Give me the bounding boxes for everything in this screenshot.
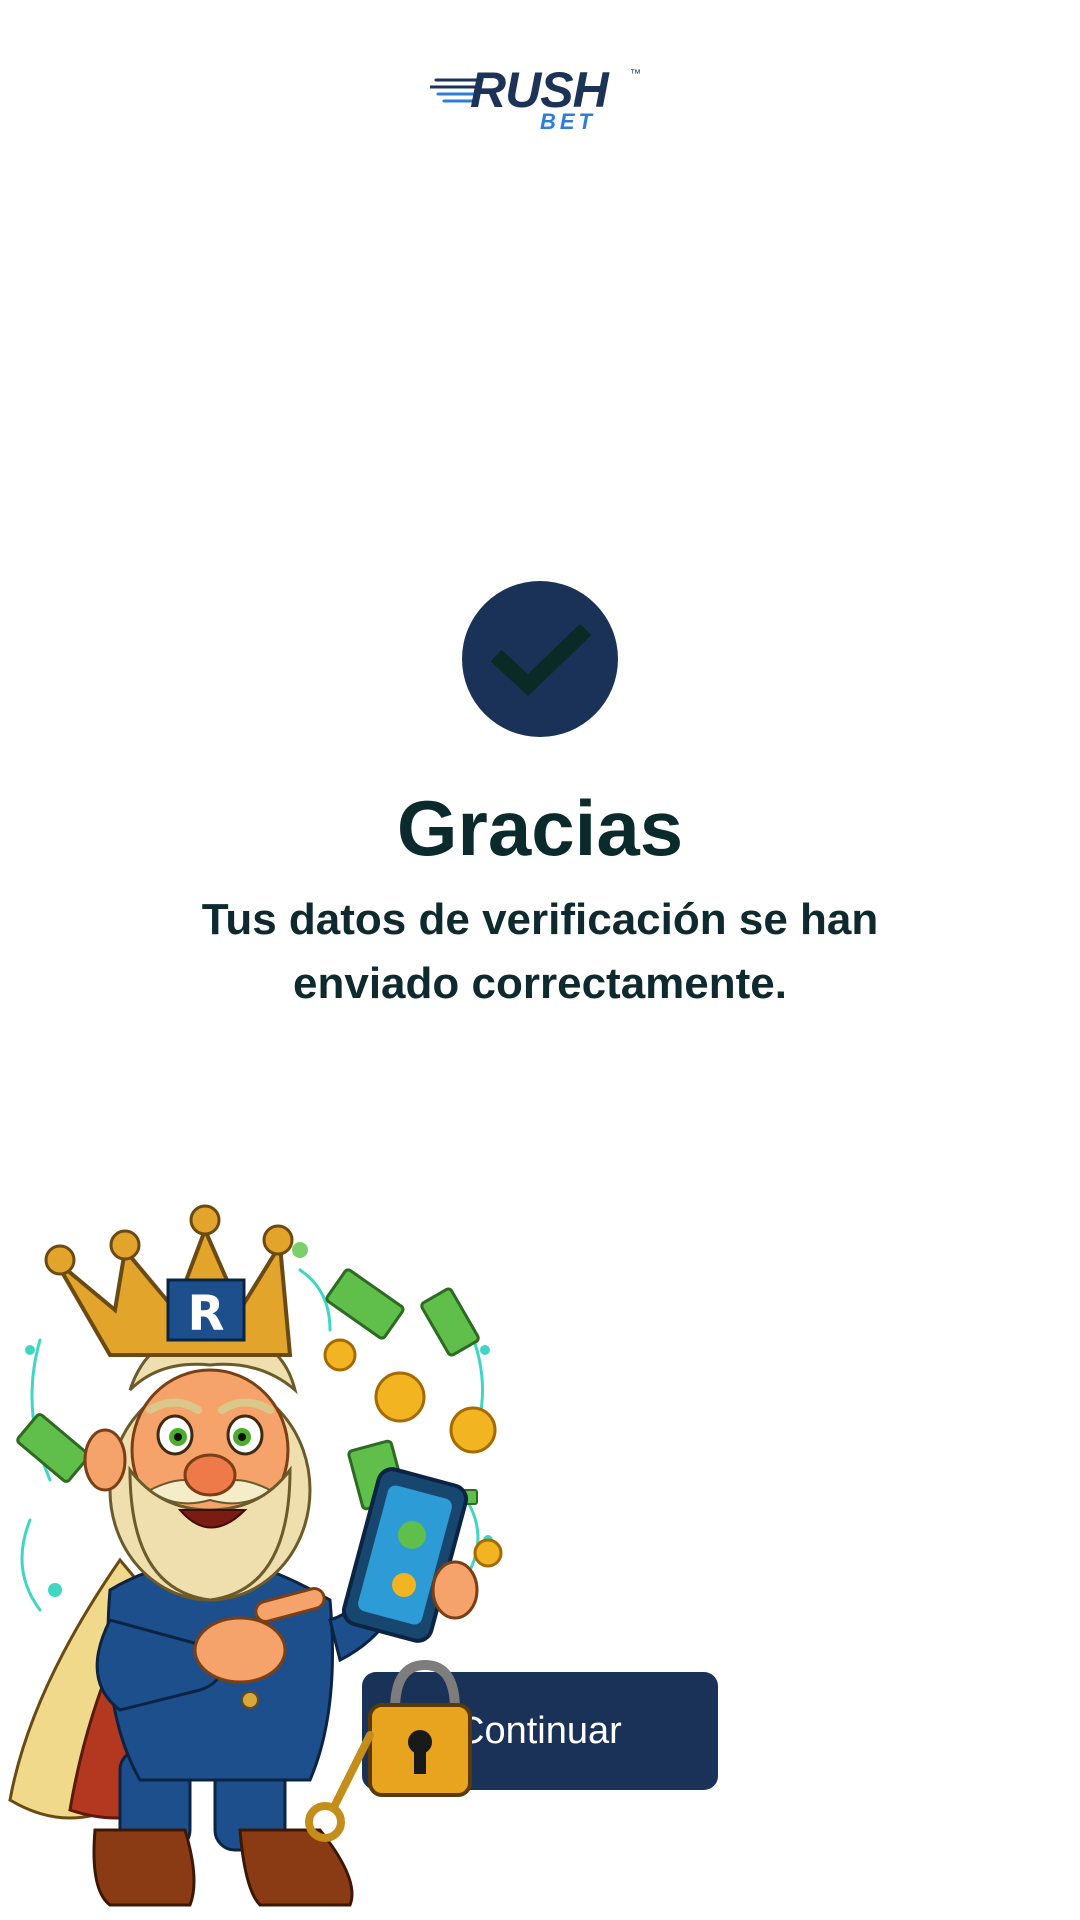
logo-subtitle: BET bbox=[540, 109, 596, 134]
success-badge bbox=[462, 581, 618, 737]
confirmation-message: Tus datos de verificación se han enviado… bbox=[201, 895, 879, 1008]
page-title: Gracias bbox=[396, 784, 684, 872]
checkmark-icon bbox=[490, 623, 592, 696]
logo-trademark: ™ bbox=[630, 68, 641, 80]
brand-logo: RUSH ™ BET bbox=[430, 62, 660, 140]
crown-letter: R bbox=[188, 1286, 225, 1342]
king-mascot-illustration: R bbox=[8, 1204, 503, 1907]
